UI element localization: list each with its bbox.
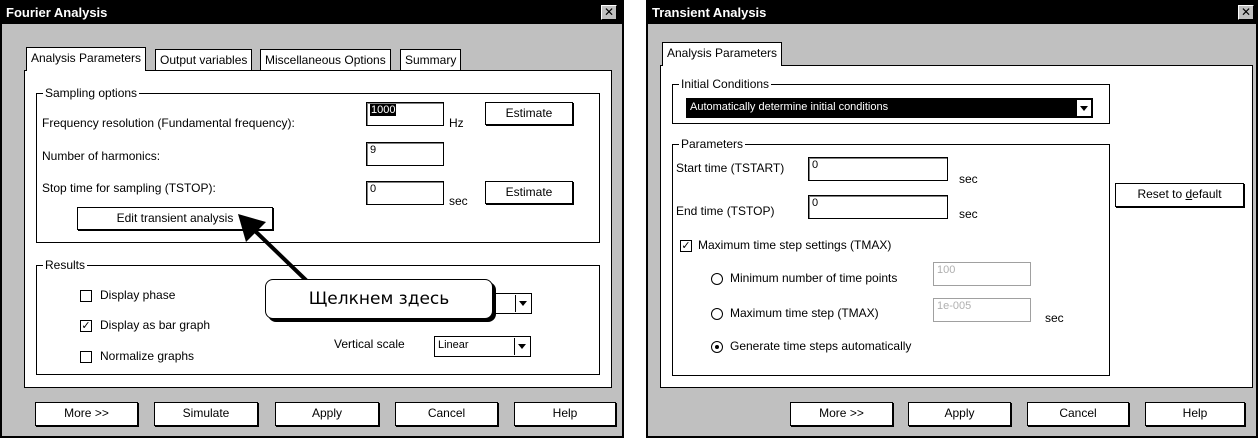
transient-titlebar[interactable]: Transient Analysis bbox=[648, 2, 1256, 24]
min-time-points-label: Minimum number of time points bbox=[730, 271, 898, 285]
radio-selected-dot bbox=[715, 345, 719, 349]
generate-time-steps-label: Generate time steps automatically bbox=[730, 339, 912, 353]
estimate-stop-time-button[interactable]: Estimate bbox=[485, 181, 573, 204]
max-time-step-unit-label: sec bbox=[1045, 311, 1064, 325]
parameters-group: Parameters Start time (TSTART) 0 sec End… bbox=[672, 137, 1110, 376]
start-time-label: Start time (TSTART) bbox=[676, 161, 785, 175]
normalize-graphs-checkbox[interactable] bbox=[80, 351, 92, 363]
min-time-points-radio[interactable] bbox=[711, 273, 723, 285]
transient-close-button[interactable]: ✕ bbox=[1238, 5, 1254, 20]
apply-button[interactable]: Apply bbox=[275, 402, 379, 426]
frequency-resolution-label: Frequency resolution (Fundamental freque… bbox=[42, 116, 295, 130]
chevron-down-icon[interactable] bbox=[514, 338, 529, 355]
transient-more-button[interactable]: More >> bbox=[790, 402, 893, 426]
more-button[interactable]: More >> bbox=[35, 402, 138, 426]
number-of-harmonics-input[interactable]: 9 bbox=[366, 142, 444, 166]
min-time-points-input[interactable]: 100 bbox=[933, 262, 1031, 286]
start-time-unit-label: sec bbox=[959, 172, 978, 186]
pointer-arrow bbox=[238, 214, 312, 286]
frequency-resolution-input[interactable]: 1000 bbox=[366, 102, 444, 126]
cancel-button[interactable]: Cancel bbox=[395, 402, 498, 426]
display-phase-checkbox[interactable] bbox=[80, 290, 92, 302]
chevron-down-icon[interactable] bbox=[515, 295, 530, 312]
max-time-step-input[interactable]: 1e-005 bbox=[933, 298, 1031, 322]
stop-time-input[interactable]: 0 bbox=[366, 181, 444, 205]
callout-text: Щелкнем здесь bbox=[308, 289, 450, 309]
reset-label-suffix: efault bbox=[1192, 187, 1222, 201]
reset-to-default-button[interactable]: Reset to default bbox=[1115, 183, 1244, 207]
generate-time-steps-radio[interactable] bbox=[711, 341, 723, 353]
estimate-frequency-button[interactable]: Estimate bbox=[485, 102, 573, 125]
transient-tab-panel: Initial Conditions Automatically determi… bbox=[660, 65, 1253, 388]
sampling-options-legend: Sampling options bbox=[43, 86, 140, 100]
vertical-scale-label: Vertical scale bbox=[334, 337, 405, 351]
end-time-input[interactable]: 0 bbox=[808, 195, 948, 219]
parameters-legend: Parameters bbox=[679, 137, 746, 151]
stop-time-label: Stop time for sampling (TSTOP): bbox=[42, 181, 216, 195]
tab-transient-analysis-parameters[interactable]: Analysis Parameters bbox=[662, 42, 783, 66]
tmax-settings-checkbox[interactable]: ✓ bbox=[680, 240, 692, 252]
reset-label-prefix: Reset to bbox=[1137, 187, 1186, 201]
initial-conditions-value: Automatically determine initial conditio… bbox=[690, 101, 889, 113]
simulate-button[interactable]: Simulate bbox=[154, 402, 258, 426]
display-bar-graph-label: Display as bar graph bbox=[100, 318, 211, 332]
number-of-harmonics-label: Number of harmonics: bbox=[42, 149, 161, 163]
max-time-step-label: Maximum time step (TMAX) bbox=[730, 306, 879, 320]
frequency-unit-label: Hz bbox=[449, 116, 464, 130]
tab-analysis-parameters[interactable]: Analysis Parameters bbox=[26, 47, 147, 71]
initial-conditions-group: Initial Conditions Automatically determi… bbox=[672, 77, 1110, 124]
frequency-resolution-value: 1000 bbox=[370, 104, 397, 116]
tmax-settings-label: Maximum time step settings (TMAX) bbox=[698, 238, 892, 252]
transient-cancel-button[interactable]: Cancel bbox=[1027, 402, 1129, 426]
stop-time-unit-label: sec bbox=[449, 194, 468, 208]
display-phase-label: Display phase bbox=[100, 288, 176, 302]
display-combo[interactable] bbox=[492, 293, 532, 314]
chevron-down-icon[interactable] bbox=[1076, 100, 1091, 116]
results-legend: Results bbox=[43, 258, 88, 272]
max-time-step-radio[interactable] bbox=[711, 308, 723, 320]
transient-apply-button[interactable]: Apply bbox=[908, 402, 1011, 426]
transient-analysis-dialog: Transient Analysis ✕ Analysis Parameters… bbox=[646, 0, 1258, 438]
vertical-scale-value: Linear bbox=[438, 339, 469, 351]
fourier-title: Fourier Analysis bbox=[6, 5, 108, 20]
tab-summary[interactable]: Summary bbox=[400, 49, 462, 71]
help-button[interactable]: Help bbox=[514, 402, 616, 426]
transient-help-button[interactable]: Help bbox=[1145, 402, 1245, 426]
transient-title: Transient Analysis bbox=[652, 5, 767, 20]
initial-conditions-select[interactable]: Automatically determine initial conditio… bbox=[686, 98, 1093, 118]
end-time-unit-label: sec bbox=[959, 207, 978, 221]
tab-output-variables[interactable]: Output variables bbox=[155, 49, 253, 71]
vertical-scale-select[interactable]: Linear bbox=[434, 336, 531, 357]
fourier-titlebar[interactable]: Fourier Analysis bbox=[2, 2, 622, 24]
start-time-input[interactable]: 0 bbox=[808, 157, 948, 181]
fourier-close-button[interactable]: ✕ bbox=[601, 5, 617, 20]
callout-box: Щелкнем здесь bbox=[265, 279, 493, 319]
normalize-graphs-label: Normalize graphs bbox=[100, 349, 195, 363]
initial-conditions-legend: Initial Conditions bbox=[679, 77, 772, 91]
display-bar-graph-checkbox[interactable]: ✓ bbox=[80, 320, 92, 332]
end-time-label: End time (TSTOP) bbox=[676, 204, 775, 218]
tab-miscellaneous-options[interactable]: Miscellaneous Options bbox=[260, 49, 391, 71]
